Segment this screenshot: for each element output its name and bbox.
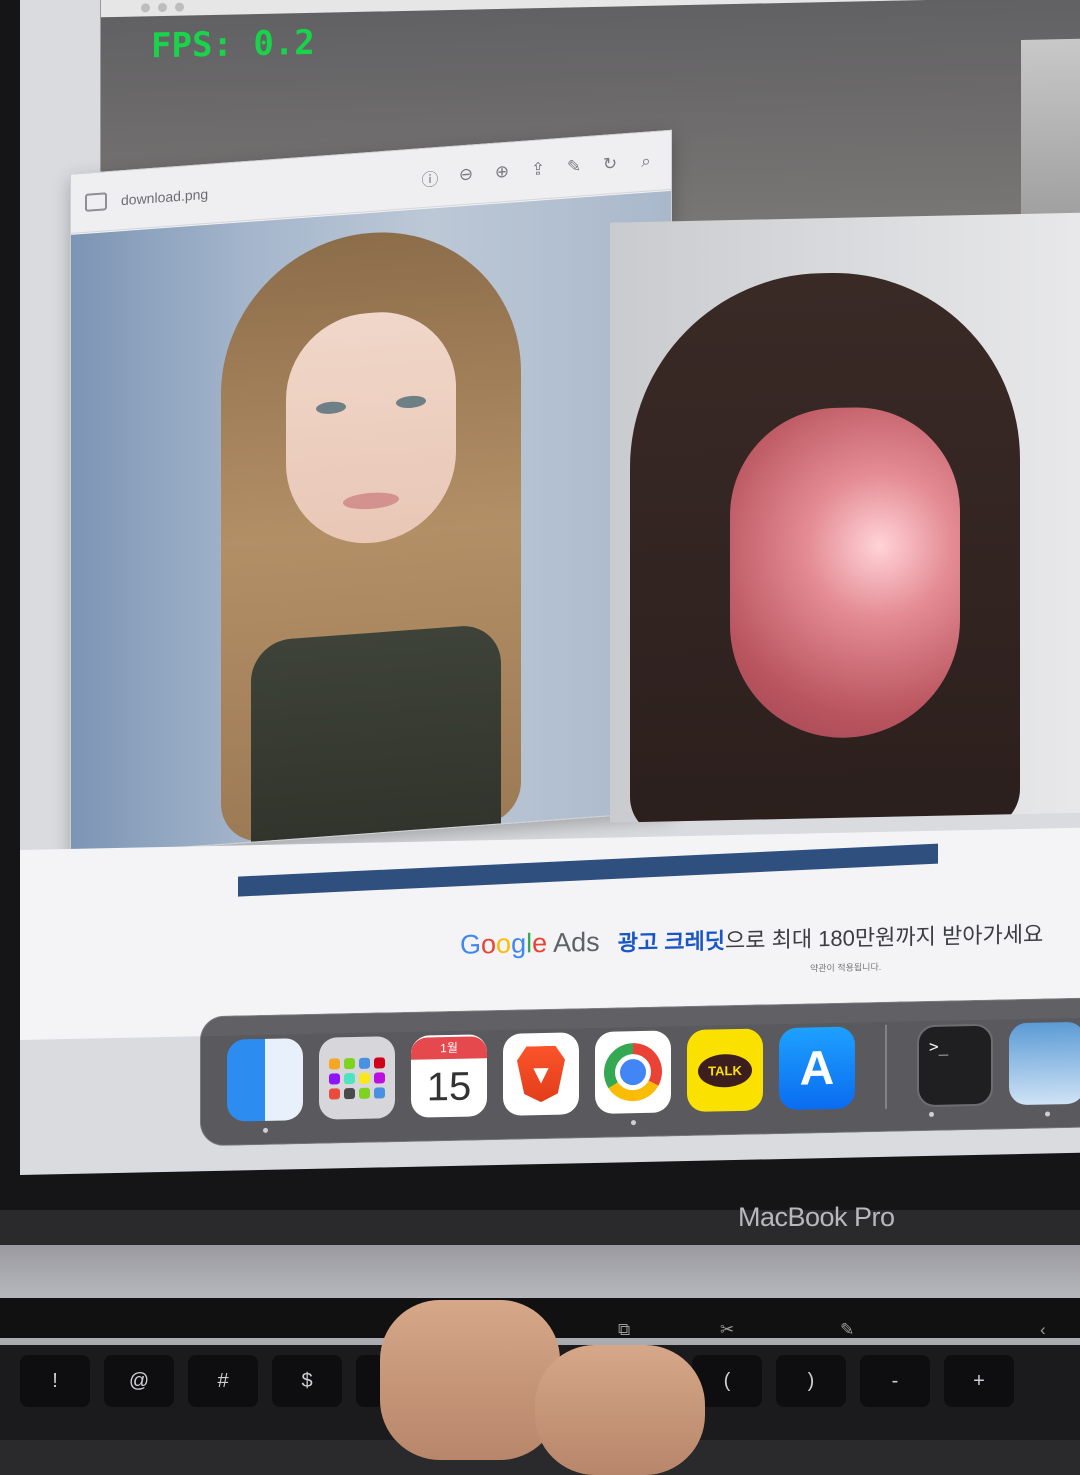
live-face bbox=[730, 405, 960, 741]
ads-fine-print: 약관이 적용됩니다. bbox=[810, 961, 882, 974]
kakaotalk-label: TALK bbox=[698, 1053, 752, 1088]
terminal-prompt: >_ bbox=[929, 1036, 949, 1056]
camera-window-titlebar[interactable] bbox=[101, 0, 1080, 18]
zoom-in-icon[interactable]: ⊕ bbox=[491, 160, 513, 184]
markup-icon[interactable]: ✎ bbox=[563, 155, 585, 179]
touchbar-crop-icon[interactable]: ✂ bbox=[720, 1320, 734, 1340]
sidebar-icon[interactable] bbox=[85, 192, 107, 212]
page-progress-bar bbox=[238, 843, 938, 897]
camera-background-wall bbox=[1021, 38, 1080, 231]
preview-icon[interactable] bbox=[1009, 1021, 1080, 1117]
laptop-screen: FPS: 0.2 download.png ⓘ ⊖ ⊕ ⇪ ✎ ↻ ⌕ Goog… bbox=[20, 0, 1080, 1176]
macbook-pro-label: MacBook Pro bbox=[738, 1202, 895, 1232]
app-store-glyph: A bbox=[799, 1041, 835, 1096]
chrome-icon[interactable] bbox=[595, 1030, 671, 1126]
live-swapped-face-feed bbox=[610, 212, 1080, 823]
preview-filename: download.png bbox=[121, 185, 209, 209]
source-face-image bbox=[71, 190, 671, 855]
running-indicator bbox=[262, 1127, 268, 1133]
app-store-icon[interactable]: A bbox=[779, 1026, 855, 1111]
kakaotalk-icon[interactable]: TALK bbox=[687, 1028, 763, 1113]
search-icon[interactable]: ⌕ bbox=[635, 150, 657, 174]
right-eye bbox=[396, 394, 426, 410]
finger-right bbox=[535, 1345, 705, 1475]
ads-promo-text[interactable]: 광고 크레딧으로 최대 180만원까지 받아가세요 bbox=[618, 917, 1044, 958]
finder-icon[interactable] bbox=[227, 1038, 303, 1133]
keyboard-key[interactable]: $ bbox=[272, 1355, 342, 1407]
source-face bbox=[286, 306, 456, 550]
share-icon[interactable]: ⇪ bbox=[527, 158, 549, 182]
page-progress-fill bbox=[238, 843, 938, 897]
minimize-dot[interactable] bbox=[158, 2, 167, 12]
preview-window[interactable]: download.png ⓘ ⊖ ⊕ ⇪ ✎ ↻ ⌕ bbox=[70, 129, 672, 856]
touchbar-copy-icon[interactable]: ⧉ bbox=[618, 1320, 630, 1340]
keyboard-key[interactable]: - bbox=[860, 1355, 930, 1407]
keyboard-key[interactable]: + bbox=[944, 1355, 1014, 1407]
running-indicator bbox=[1044, 1111, 1050, 1117]
touchbar-back-icon[interactable]: ‹ bbox=[1040, 1320, 1046, 1340]
brave-icon[interactable]: ▼ bbox=[503, 1032, 579, 1116]
finger-left bbox=[380, 1300, 560, 1460]
zoom-out-icon[interactable]: ⊖ bbox=[455, 163, 477, 187]
calendar-icon[interactable]: 1월 15 bbox=[411, 1034, 487, 1118]
calendar-day: 15 bbox=[426, 1064, 472, 1110]
calendar-month: 1월 bbox=[411, 1036, 487, 1060]
lips bbox=[343, 490, 399, 511]
zoom-dot[interactable] bbox=[175, 2, 184, 12]
keyboard-key[interactable]: ! bbox=[20, 1355, 90, 1407]
macos-dock: 1월 15 ▼ TALK A >_ bbox=[200, 996, 1080, 1147]
running-indicator bbox=[929, 1111, 934, 1117]
keyboard-key[interactable]: ) bbox=[776, 1355, 846, 1407]
google-ads-banner[interactable]: Google Ads 광고 크레딧으로 최대 180만원까지 받아가세요 bbox=[460, 917, 1043, 961]
info-icon[interactable]: ⓘ bbox=[419, 166, 441, 189]
rotate-icon[interactable]: ↻ bbox=[599, 153, 621, 177]
close-dot[interactable] bbox=[141, 2, 150, 12]
keyboard-key[interactable]: # bbox=[188, 1355, 258, 1407]
keyboard-key[interactable]: @ bbox=[104, 1355, 174, 1407]
google-ads-logo: Google Ads bbox=[460, 926, 600, 960]
launchpad-icon[interactable] bbox=[319, 1036, 395, 1120]
fps-label: FPS: 0.2 bbox=[151, 22, 315, 67]
touchbar-edit-icon[interactable]: ✎ bbox=[840, 1320, 854, 1340]
left-eye bbox=[316, 400, 346, 415]
source-jacket bbox=[251, 623, 501, 855]
brave-lion-shield: ▼ bbox=[517, 1046, 565, 1103]
dock-separator bbox=[885, 1024, 887, 1109]
ads-credit-link[interactable]: 광고 크레딧 bbox=[618, 928, 725, 955]
running-indicator bbox=[630, 1120, 636, 1126]
terminal-icon[interactable]: >_ bbox=[917, 1023, 993, 1117]
